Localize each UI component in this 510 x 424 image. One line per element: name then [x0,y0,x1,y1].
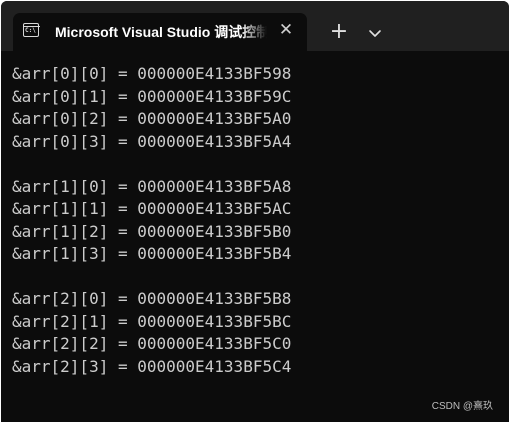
console-line: &arr[0][2] = 000000E4133BF5A0 [12,109,292,128]
console-line: &arr[1][0] = 000000E4133BF5A8 [12,176,292,196]
console-line: &arr[2][2] = 000000E4133BF5C0 [12,334,292,353]
title-bar: C:\ Microsoft Visual Studio 调试控制台 ✕ + [1,1,509,51]
console-line: &arr[1][3] = 000000E4133BF5B4 [12,244,292,263]
console-line: &arr[2][1] = 000000E4133BF5BC [12,311,292,331]
console-line: &arr[0][3] = 000000E4133BF5A4 [12,131,292,151]
console-line: &arr[0][1] = 000000E4133BF59C [12,86,292,106]
tab-title: Microsoft Visual Studio 调试控制台 [55,24,267,40]
console-line: &arr[2][0] = 000000E4133BF5B8 [12,289,292,308]
console-app-icon: C:\ [22,23,40,37]
console-app-icon-text: C:\ [25,27,36,34]
console-output: &arr[0][0] = 000000E4133BF598 &arr[0][1] … [12,63,291,378]
terminal-window: C:\ Microsoft Visual Studio 调试控制台 ✕ + &a… [1,1,509,422]
console-line: &arr[1][2] = 000000E4133BF5B0 [12,221,292,241]
watermark: CSDN @熹玖 [431,401,493,412]
console-line: &arr[1][1] = 000000E4133BF5AC [12,199,292,218]
chevron-down-icon[interactable] [363,21,387,45]
terminal-tab[interactable]: C:\ Microsoft Visual Studio 调试控制台 ✕ [13,13,307,51]
close-tab-icon[interactable]: ✕ [275,19,297,41]
new-tab-button[interactable]: + [325,19,353,47]
console-line: &arr[0][0] = 000000E4133BF598 [12,64,292,83]
console-line: &arr[2][3] = 000000E4133BF5C4 [12,356,292,376]
